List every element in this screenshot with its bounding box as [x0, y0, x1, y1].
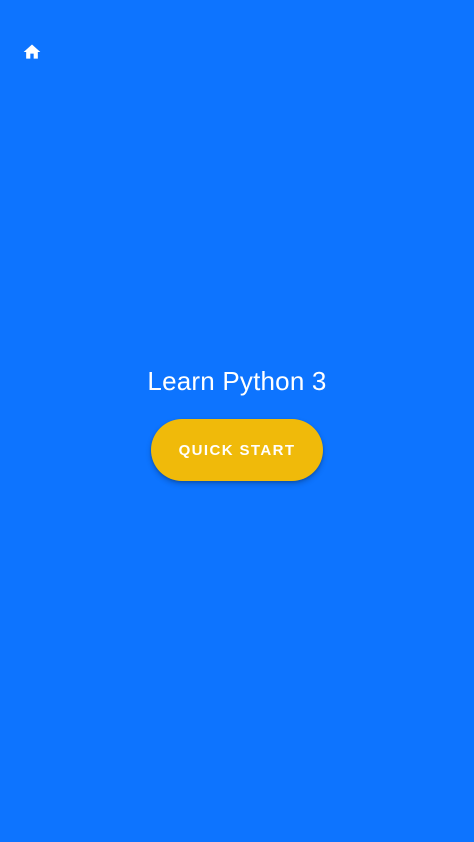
- quick-start-button[interactable]: QUICK START: [151, 419, 323, 481]
- welcome-block: Learn Python 3 QUICK START: [0, 360, 474, 481]
- home-icon: [23, 44, 41, 59]
- home-button[interactable]: [18, 38, 46, 66]
- app-screen: Learn Python 3 QUICK START: [0, 0, 474, 842]
- app-title: Learn Python 3: [147, 366, 327, 396]
